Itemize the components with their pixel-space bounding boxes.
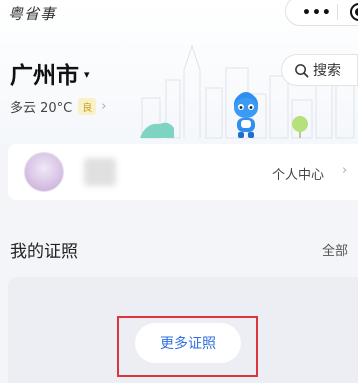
app-name: 粤省事 xyxy=(8,5,57,23)
target-icon[interactable] xyxy=(350,3,358,21)
capsule-divider xyxy=(337,4,338,20)
personal-center-link[interactable]: 个人中心 xyxy=(272,164,324,183)
avatar xyxy=(24,152,64,192)
more-dots-icon[interactable]: ••• xyxy=(302,6,332,20)
mascot-illustration xyxy=(234,92,258,138)
my-certificates-title: 我的证照 xyxy=(10,242,78,262)
search-button[interactable]: 搜索 xyxy=(281,54,358,86)
more-certificates-button[interactable]: 更多证照 xyxy=(135,323,241,363)
search-label: 搜索 xyxy=(313,63,341,79)
mini-program-capsule: ••• xyxy=(285,0,358,26)
all-certificates-link[interactable]: 全部 xyxy=(322,240,348,259)
user-name-blurred xyxy=(84,158,116,186)
dropdown-caret-icon: ▾ xyxy=(84,67,90,81)
search-icon xyxy=(295,63,309,77)
weather-text: 多云 20°C xyxy=(10,101,73,116)
city-name: 广州市 xyxy=(10,63,79,89)
city-selector[interactable]: 广州市 ▾ xyxy=(10,56,90,90)
weather-info[interactable]: 多云 20°C 良 › xyxy=(10,97,106,116)
chevron-right-icon: › xyxy=(101,99,107,114)
air-quality-badge: 良 xyxy=(78,98,97,115)
user-card[interactable]: 个人中心 › xyxy=(8,144,358,200)
chevron-right-icon: › xyxy=(342,163,348,178)
